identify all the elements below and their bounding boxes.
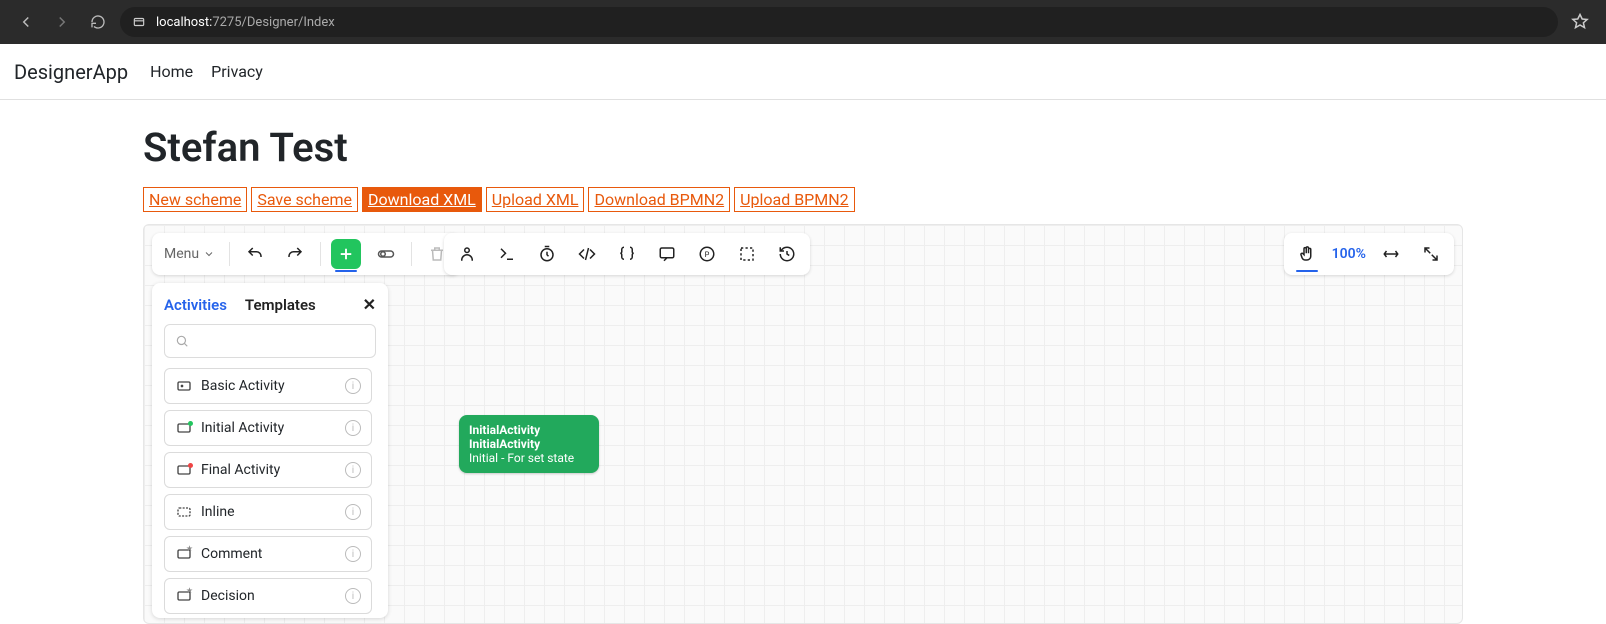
- basic-activity-icon: [175, 377, 193, 395]
- canvas-node-initial[interactable]: InitialActivity InitialActivity Initial …: [459, 415, 599, 473]
- menu-dropdown[interactable]: Menu: [160, 246, 219, 262]
- activity-label: Initial Activity: [201, 420, 284, 436]
- info-icon[interactable]: i: [345, 462, 361, 478]
- node-title: InitialActivity: [469, 423, 589, 437]
- page-title: Stefan Test: [143, 124, 1463, 171]
- activity-label: Decision: [201, 588, 255, 604]
- info-icon[interactable]: i: [345, 420, 361, 436]
- address-bar[interactable]: localhost:7275/Designer/Index: [120, 7, 1558, 37]
- activity-label: Comment: [201, 546, 262, 562]
- activity-basic[interactable]: Basic Activity i: [164, 368, 372, 404]
- actor-icon[interactable]: [452, 239, 482, 269]
- fit-width-button[interactable]: [1376, 239, 1406, 269]
- info-icon[interactable]: i: [345, 546, 361, 562]
- comment-activity-icon: [175, 545, 193, 563]
- activity-label: Final Activity: [201, 462, 280, 478]
- inline-icon: [175, 503, 193, 521]
- forward-button[interactable]: [48, 8, 76, 36]
- selection-icon[interactable]: [732, 239, 762, 269]
- zoom-percent[interactable]: 100%: [1332, 246, 1366, 262]
- final-activity-icon: [175, 461, 193, 479]
- add-activity-button[interactable]: [331, 239, 361, 269]
- bookmark-button[interactable]: [1566, 8, 1594, 36]
- undo-button[interactable]: [240, 239, 270, 269]
- toolbar-elements: P: [444, 233, 810, 275]
- action-upload-bpmn2[interactable]: Upload BPMN2: [734, 187, 855, 212]
- tab-activities[interactable]: Activities: [164, 296, 227, 314]
- history-icon[interactable]: [772, 239, 802, 269]
- activity-label: Basic Activity: [201, 378, 285, 394]
- fullscreen-button[interactable]: [1416, 239, 1446, 269]
- back-button[interactable]: [12, 8, 40, 36]
- decision-activity-icon: [175, 587, 193, 605]
- info-icon[interactable]: i: [345, 588, 361, 604]
- activities-panel: Activities Templates ✕ Basic Activity i …: [152, 283, 388, 618]
- initial-activity-icon: [175, 419, 193, 437]
- designer-canvas[interactable]: Menu: [143, 224, 1463, 624]
- node-subtitle: InitialActivity: [469, 437, 589, 451]
- activity-initial[interactable]: Initial Activity i: [164, 410, 372, 446]
- node-desc: Initial - For set state: [469, 451, 589, 465]
- activity-decision[interactable]: Decision i: [164, 578, 372, 614]
- action-save-scheme[interactable]: Save scheme: [251, 187, 358, 212]
- reload-button[interactable]: [84, 8, 112, 36]
- nav-link-home[interactable]: Home: [150, 62, 193, 81]
- toolbar-main: Menu: [152, 233, 460, 275]
- activity-final[interactable]: Final Activity i: [164, 452, 372, 488]
- info-icon[interactable]: i: [345, 378, 361, 394]
- redo-button[interactable]: [280, 239, 310, 269]
- activities-list: Basic Activity i Initial Activity i Fina…: [164, 368, 376, 614]
- panel-search-input[interactable]: [164, 324, 376, 358]
- svg-text:P: P: [705, 250, 710, 259]
- activity-label: Inline: [201, 504, 235, 520]
- url-text: localhost:7275/Designer/Index: [156, 15, 335, 30]
- code-icon[interactable]: [572, 239, 602, 269]
- braces-icon[interactable]: [612, 239, 642, 269]
- toolbar-view: 100%: [1284, 233, 1454, 275]
- activity-comment[interactable]: Comment i: [164, 536, 372, 572]
- action-new-scheme[interactable]: New scheme: [143, 187, 247, 212]
- browser-chrome: localhost:7275/Designer/Index: [0, 0, 1606, 44]
- app-brand[interactable]: DesignerApp: [10, 60, 132, 84]
- command-icon[interactable]: [492, 239, 522, 269]
- timer-icon[interactable]: [532, 239, 562, 269]
- tab-templates[interactable]: Templates: [245, 296, 316, 314]
- search-icon: [175, 334, 189, 348]
- nav-link-privacy[interactable]: Privacy: [211, 62, 263, 81]
- panel-close-button[interactable]: ✕: [363, 295, 376, 314]
- activity-inline[interactable]: Inline i: [164, 494, 372, 530]
- action-upload-xml[interactable]: Upload XML: [486, 187, 585, 212]
- action-download-xml[interactable]: Download XML: [362, 187, 482, 212]
- info-icon[interactable]: i: [345, 504, 361, 520]
- pan-tool-button[interactable]: [1292, 239, 1322, 269]
- action-row: New scheme Save scheme Download XML Uplo…: [143, 187, 1463, 212]
- toggle-button[interactable]: [371, 239, 401, 269]
- action-download-bpmn2[interactable]: Download BPMN2: [588, 187, 730, 212]
- process-icon[interactable]: P: [692, 239, 722, 269]
- app-nav: DesignerApp Home Privacy: [0, 44, 1606, 100]
- comment-icon[interactable]: [652, 239, 682, 269]
- site-info-icon[interactable]: [132, 15, 146, 29]
